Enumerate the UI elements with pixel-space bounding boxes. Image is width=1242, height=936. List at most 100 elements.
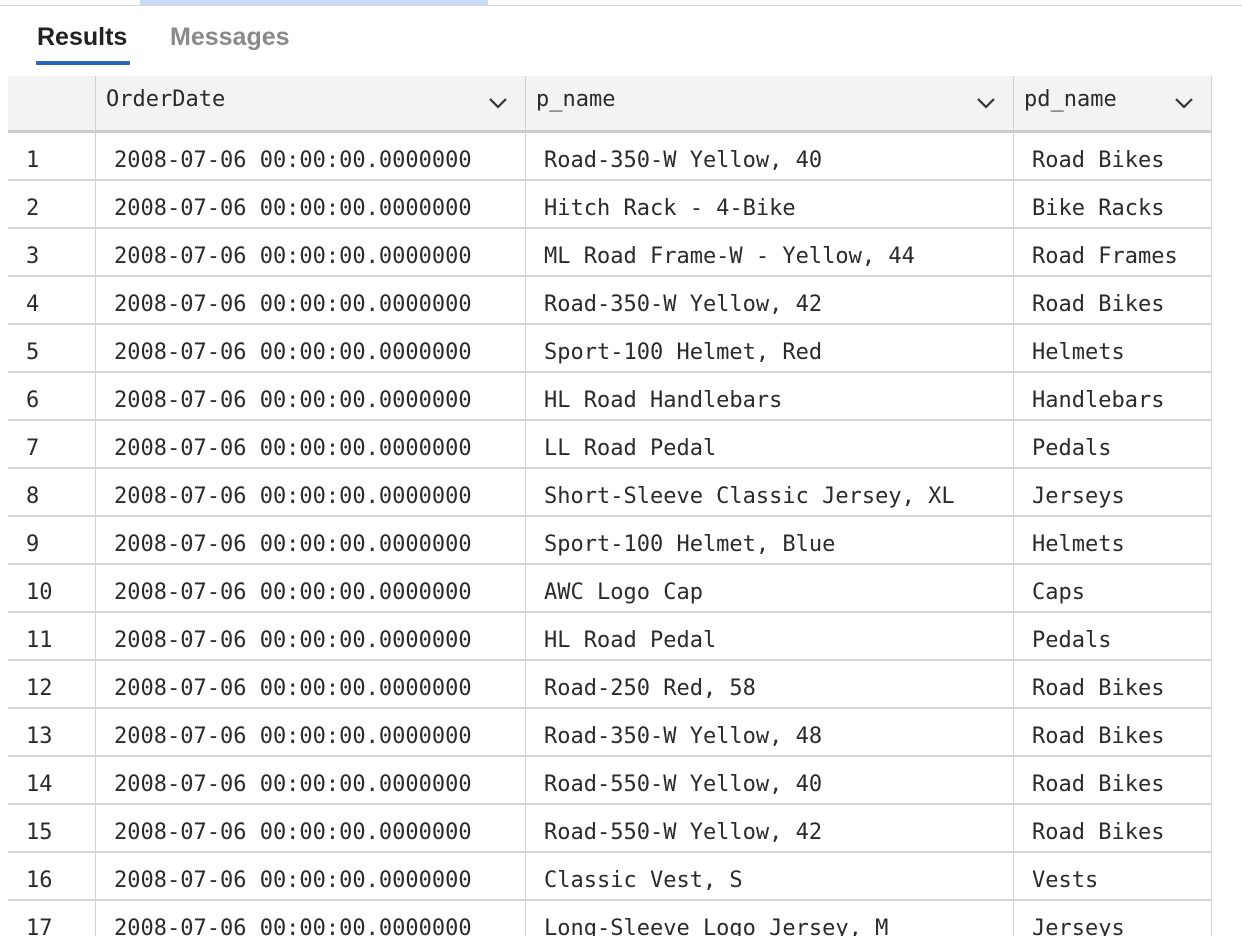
p-name-cell[interactable]: Road-350-W Yellow, 42 (526, 277, 1014, 323)
p-name-cell[interactable]: Road-350-W Yellow, 48 (526, 709, 1014, 755)
chevron-down-icon[interactable] (975, 92, 997, 114)
table-row[interactable]: 6 2008-07-06 00:00:00.0000000 HL Road Hand… (8, 373, 1212, 421)
p-name-cell[interactable]: Sport-100 Helmet, Red (526, 325, 1014, 371)
pd-name-cell[interactable]: Pedals (1014, 613, 1212, 659)
row-number-header[interactable] (8, 76, 96, 130)
pd-name-cell[interactable]: Road Bikes (1014, 133, 1212, 179)
row-number-cell[interactable]: 13 (8, 709, 96, 755)
column-header-label: p_name (536, 87, 616, 112)
column-header-label: pd_name (1024, 87, 1117, 112)
pd-name-cell[interactable]: Helmets (1014, 517, 1212, 563)
table-row[interactable]: 3 2008-07-06 00:00:00.0000000 ML Road Fram… (8, 229, 1212, 277)
orderdate-cell[interactable]: 2008-07-06 00:00:00.0000000 (96, 565, 526, 611)
p-name-cell[interactable]: Classic Vest, S (526, 853, 1014, 899)
table-row[interactable]: 14 2008-07-06 00:00:00.0000000 Road-550-W … (8, 757, 1212, 805)
table-row[interactable]: 8 2008-07-06 00:00:00.0000000 Short-Sleeve… (8, 469, 1212, 517)
p-name-cell[interactable]: Short-Sleeve Classic Jersey, XL (526, 469, 1014, 515)
table-row[interactable]: 2 2008-07-06 00:00:00.0000000 Hitch Rack -… (8, 181, 1212, 229)
pd-name-cell[interactable]: Jerseys (1014, 901, 1212, 936)
pd-name-cell[interactable]: Road Bikes (1014, 277, 1212, 323)
table-row[interactable]: 12 2008-07-06 00:00:00.0000000 Road-250 Re… (8, 661, 1212, 709)
table-row[interactable]: 11 2008-07-06 00:00:00.0000000 HL Road Ped… (8, 613, 1212, 661)
p-name-cell[interactable]: AWC Logo Cap (526, 565, 1014, 611)
chevron-down-icon[interactable] (1173, 92, 1195, 114)
orderdate-cell[interactable]: 2008-07-06 00:00:00.0000000 (96, 325, 526, 371)
orderdate-cell[interactable]: 2008-07-06 00:00:00.0000000 (96, 469, 526, 515)
pd-name-cell[interactable]: Road Bikes (1014, 805, 1212, 851)
p-name-cell[interactable]: LL Road Pedal (526, 421, 1014, 467)
results-grid: OrderDate p_name pd_name 1 2008-07-06 00:… (8, 76, 1212, 936)
results-tab-bar: Results Messages (8, 0, 1242, 76)
row-number-cell[interactable]: 10 (8, 565, 96, 611)
row-number-cell[interactable]: 14 (8, 757, 96, 803)
row-number-cell[interactable]: 12 (8, 661, 96, 707)
orderdate-cell[interactable]: 2008-07-06 00:00:00.0000000 (96, 661, 526, 707)
chevron-down-icon[interactable] (487, 92, 509, 114)
pd-name-cell[interactable]: Helmets (1014, 325, 1212, 371)
row-number-cell[interactable]: 11 (8, 613, 96, 659)
row-number-cell[interactable]: 8 (8, 469, 96, 515)
column-header-orderdate[interactable]: OrderDate (96, 76, 526, 130)
table-row[interactable]: 1 2008-07-06 00:00:00.0000000 Road-350-W Y… (8, 133, 1212, 181)
row-number-cell[interactable]: 2 (8, 181, 96, 227)
row-number-cell[interactable]: 7 (8, 421, 96, 467)
orderdate-cell[interactable]: 2008-07-06 00:00:00.0000000 (96, 901, 526, 936)
row-number-cell[interactable]: 9 (8, 517, 96, 563)
orderdate-cell[interactable]: 2008-07-06 00:00:00.0000000 (96, 757, 526, 803)
row-number-cell[interactable]: 1 (8, 133, 96, 179)
p-name-cell[interactable]: Road-250 Red, 58 (526, 661, 1014, 707)
orderdate-cell[interactable]: 2008-07-06 00:00:00.0000000 (96, 613, 526, 659)
orderdate-cell[interactable]: 2008-07-06 00:00:00.0000000 (96, 709, 526, 755)
orderdate-cell[interactable]: 2008-07-06 00:00:00.0000000 (96, 853, 526, 899)
row-number-cell[interactable]: 4 (8, 277, 96, 323)
orderdate-cell[interactable]: 2008-07-06 00:00:00.0000000 (96, 133, 526, 179)
p-name-cell[interactable]: Long-Sleeve Logo Jersey, M (526, 901, 1014, 936)
orderdate-cell[interactable]: 2008-07-06 00:00:00.0000000 (96, 229, 526, 275)
p-name-cell[interactable]: HL Road Handlebars (526, 373, 1014, 419)
table-row[interactable]: 4 2008-07-06 00:00:00.0000000 Road-350-W Y… (8, 277, 1212, 325)
table-row[interactable]: 13 2008-07-06 00:00:00.0000000 Road-350-W … (8, 709, 1212, 757)
orderdate-cell[interactable]: 2008-07-06 00:00:00.0000000 (96, 373, 526, 419)
column-header-p-name[interactable]: p_name (526, 76, 1014, 130)
column-header-pd-name[interactable]: pd_name (1014, 76, 1212, 130)
pd-name-cell[interactable]: Bike Racks (1014, 181, 1212, 227)
p-name-cell[interactable]: Sport-100 Helmet, Blue (526, 517, 1014, 563)
active-tab-indicator (36, 61, 130, 65)
orderdate-cell[interactable]: 2008-07-06 00:00:00.0000000 (96, 517, 526, 563)
pd-name-cell[interactable]: Pedals (1014, 421, 1212, 467)
pd-name-cell[interactable]: Vests (1014, 853, 1212, 899)
row-number-cell[interactable]: 5 (8, 325, 96, 371)
tab-messages[interactable]: Messages (170, 22, 290, 52)
table-row[interactable]: 9 2008-07-06 00:00:00.0000000 Sport-100 He… (8, 517, 1212, 565)
row-number-cell[interactable]: 6 (8, 373, 96, 419)
orderdate-cell[interactable]: 2008-07-06 00:00:00.0000000 (96, 805, 526, 851)
p-name-cell[interactable]: ML Road Frame-W - Yellow, 44 (526, 229, 1014, 275)
p-name-cell[interactable]: HL Road Pedal (526, 613, 1014, 659)
table-row[interactable]: 5 2008-07-06 00:00:00.0000000 Sport-100 He… (8, 325, 1212, 373)
table-row[interactable]: 7 2008-07-06 00:00:00.0000000 LL Road Peda… (8, 421, 1212, 469)
table-row[interactable]: 17 2008-07-06 00:00:00.0000000 Long-Sleeve… (8, 901, 1212, 936)
pd-name-cell[interactable]: Road Bikes (1014, 709, 1212, 755)
p-name-cell[interactable]: Road-550-W Yellow, 40 (526, 757, 1014, 803)
row-number-cell[interactable]: 16 (8, 853, 96, 899)
p-name-cell[interactable]: Hitch Rack - 4-Bike (526, 181, 1014, 227)
tab-results[interactable]: Results (37, 22, 127, 52)
table-row[interactable]: 16 2008-07-06 00:00:00.0000000 Classic Ves… (8, 853, 1212, 901)
p-name-cell[interactable]: Road-350-W Yellow, 40 (526, 133, 1014, 179)
table-row[interactable]: 15 2008-07-06 00:00:00.0000000 Road-550-W … (8, 805, 1212, 853)
table-row[interactable]: 10 2008-07-06 00:00:00.0000000 AWC Logo Ca… (8, 565, 1212, 613)
grid-body: 1 2008-07-06 00:00:00.0000000 Road-350-W Y… (8, 133, 1212, 936)
pd-name-cell[interactable]: Handlebars (1014, 373, 1212, 419)
pd-name-cell[interactable]: Road Frames (1014, 229, 1212, 275)
row-number-cell[interactable]: 17 (8, 901, 96, 936)
p-name-cell[interactable]: Road-550-W Yellow, 42 (526, 805, 1014, 851)
orderdate-cell[interactable]: 2008-07-06 00:00:00.0000000 (96, 421, 526, 467)
orderdate-cell[interactable]: 2008-07-06 00:00:00.0000000 (96, 277, 526, 323)
pd-name-cell[interactable]: Road Bikes (1014, 661, 1212, 707)
pd-name-cell[interactable]: Jerseys (1014, 469, 1212, 515)
pd-name-cell[interactable]: Road Bikes (1014, 757, 1212, 803)
orderdate-cell[interactable]: 2008-07-06 00:00:00.0000000 (96, 181, 526, 227)
row-number-cell[interactable]: 3 (8, 229, 96, 275)
pd-name-cell[interactable]: Caps (1014, 565, 1212, 611)
row-number-cell[interactable]: 15 (8, 805, 96, 851)
